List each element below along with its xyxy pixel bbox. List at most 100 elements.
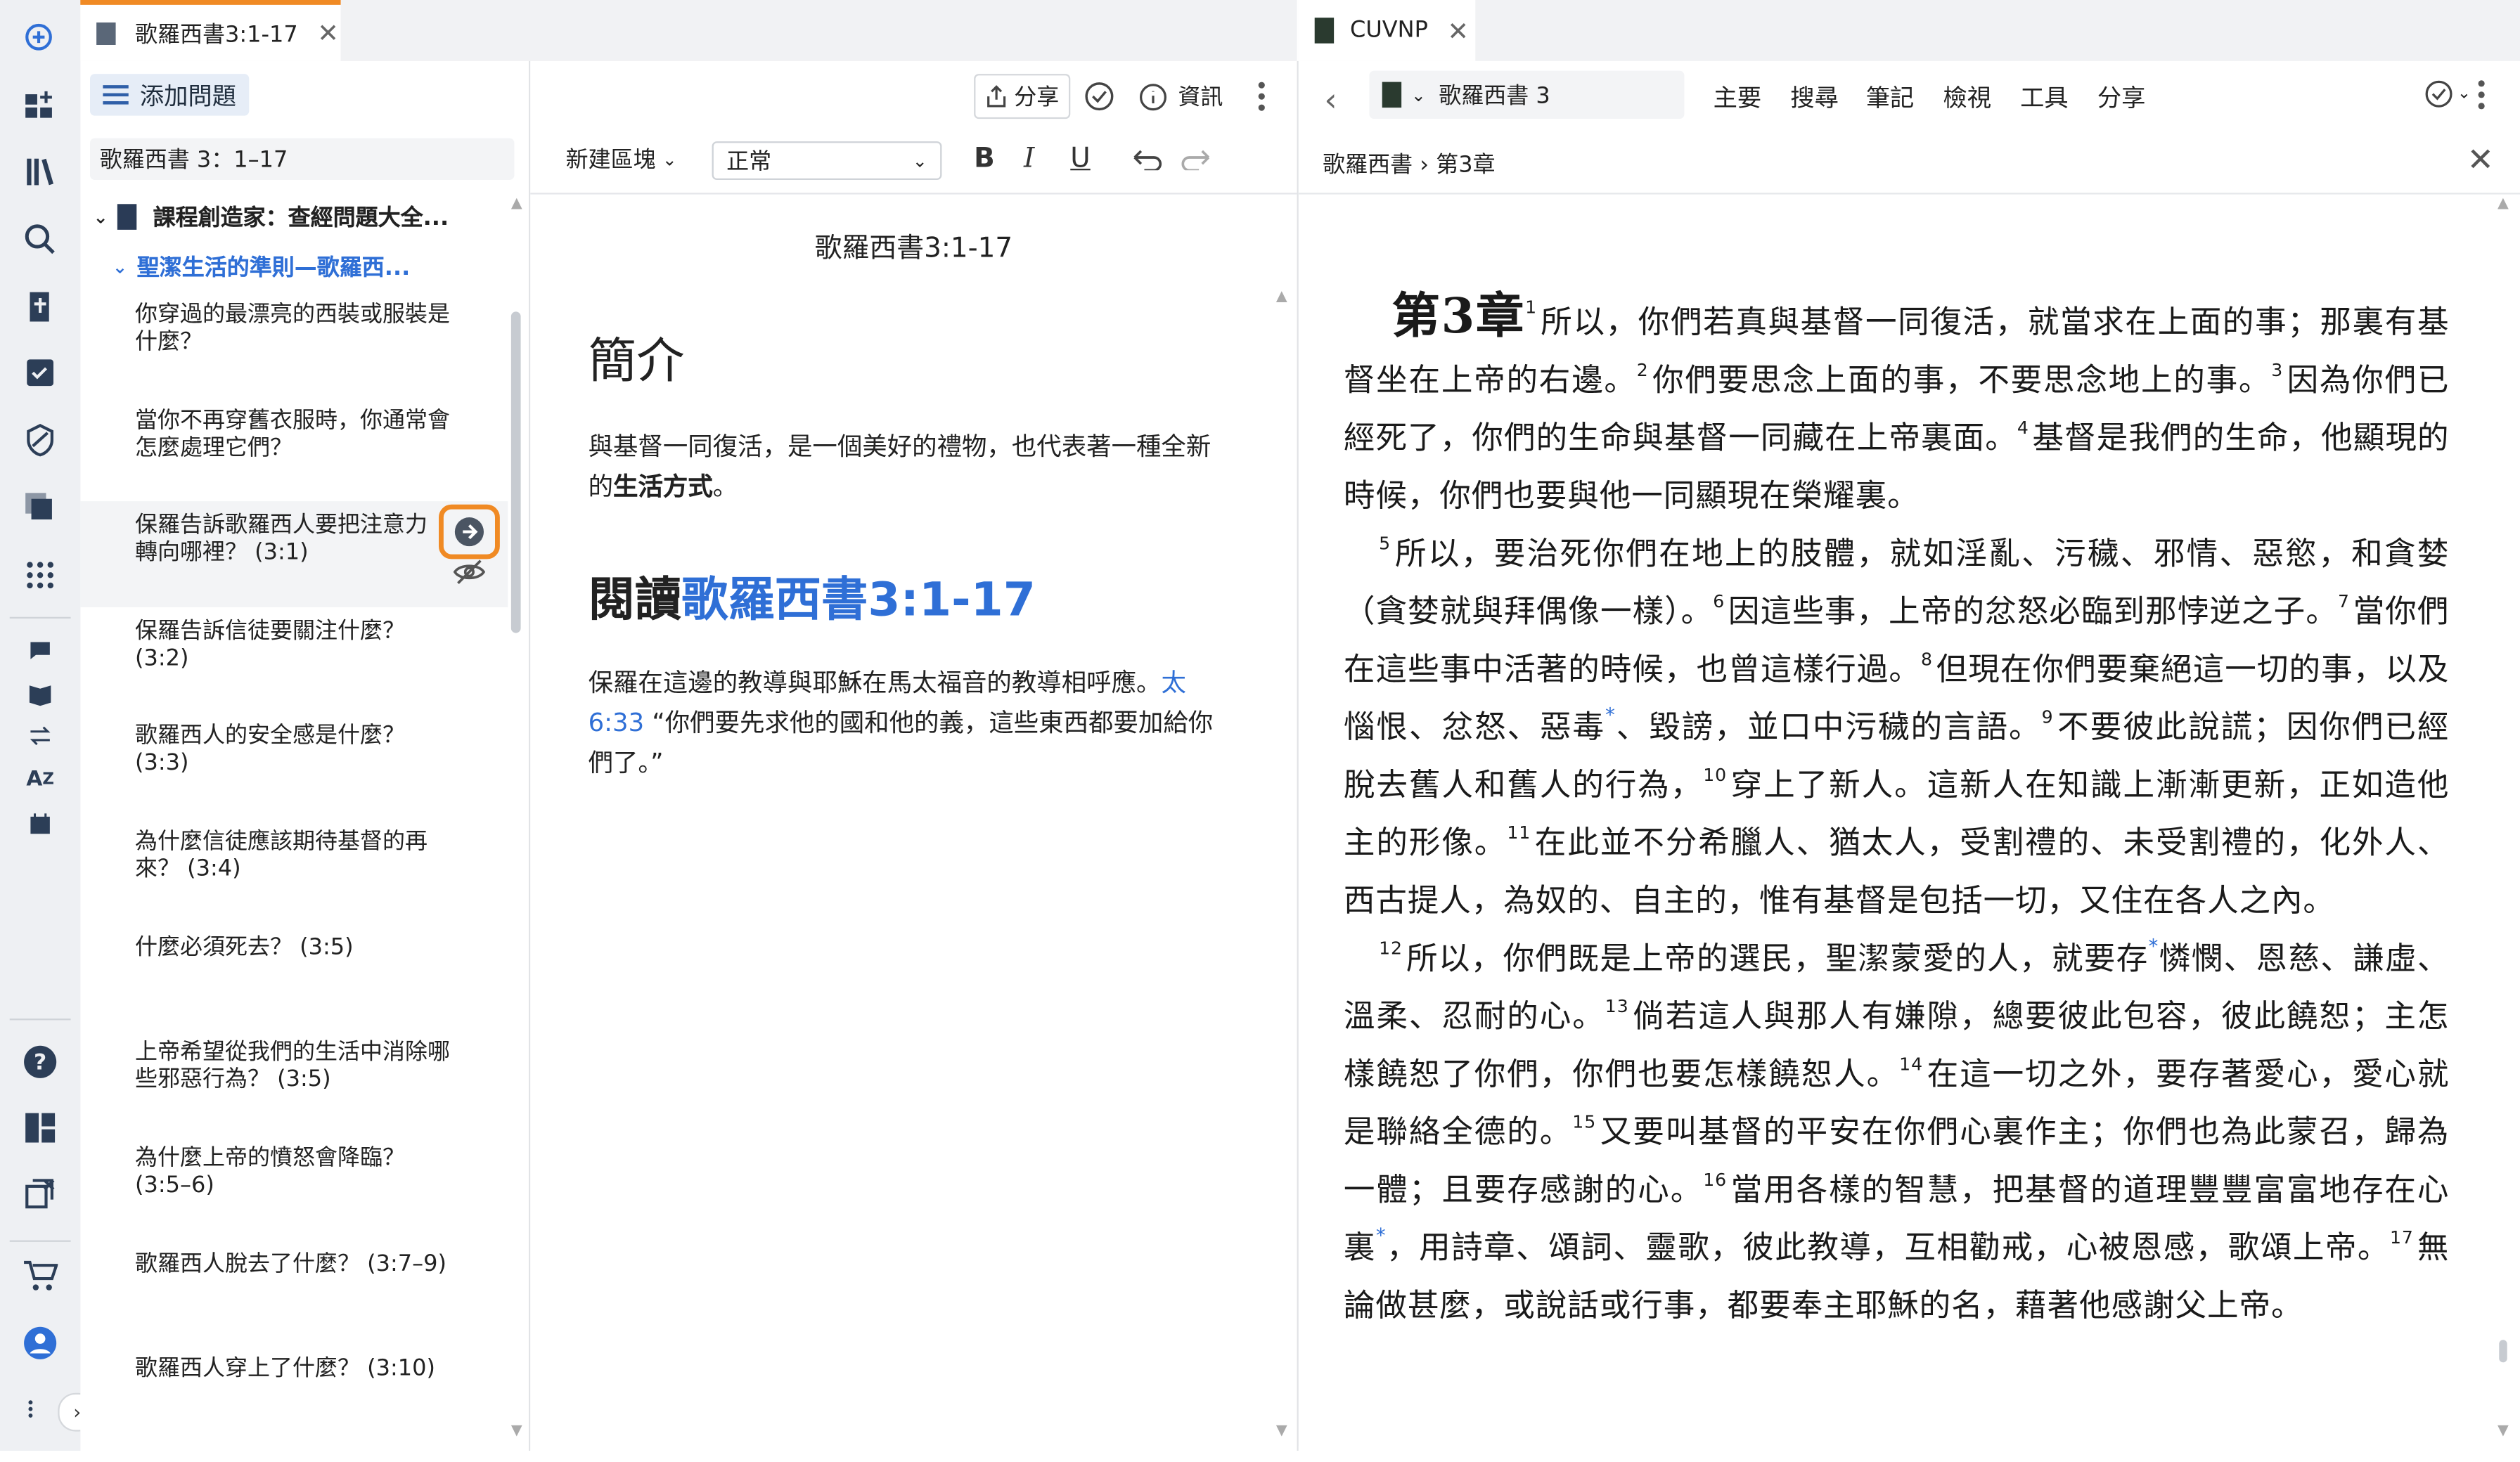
verse-8-cont[interactable]: 、毀謗，並口中污穢的言語。 (1616, 709, 2042, 746)
layout-icon[interactable] (19, 1107, 60, 1149)
dashboard-add-icon[interactable] (19, 85, 60, 127)
search-icon[interactable] (19, 219, 60, 260)
more-vertical-icon[interactable] (19, 1388, 41, 1430)
chat-icon[interactable] (19, 630, 60, 671)
passage-link[interactable]: 歌羅西書3:1-17 (681, 572, 1036, 627)
intro-bold-text: 生活方式 (613, 472, 713, 502)
italic-button[interactable]: I (1024, 143, 1034, 175)
close-windows-icon[interactable] (19, 1173, 60, 1215)
close-icon[interactable]: ✕ (317, 18, 339, 48)
scroll-up-icon[interactable]: ▲ (1276, 289, 1287, 305)
underline-button[interactable]: U (1070, 143, 1090, 175)
info-button[interactable]: 資訊 (1138, 80, 1223, 112)
redo-icon[interactable] (1180, 146, 1212, 176)
list-item[interactable]: 保羅告訴信徒要關注什麼？ (3:2) (135, 619, 456, 673)
hide-icon[interactable] (453, 559, 486, 591)
checklist-icon[interactable] (19, 352, 60, 394)
shield-icon[interactable] (19, 420, 60, 461)
breadcrumb[interactable]: 歌羅西書 › 第3章 (1323, 148, 1495, 180)
scroll-down-icon[interactable]: ▼ (1276, 1423, 1287, 1440)
layers-icon[interactable] (19, 487, 60, 529)
sort-az-icon[interactable]: AZ (19, 758, 60, 800)
add-question-label: 添加問題 (139, 81, 237, 110)
scrollbar[interactable] (2499, 1340, 2507, 1363)
check-circle-dropdown[interactable]: ⌄ (2424, 79, 2471, 109)
tree-root[interactable]: ⌄ 課程創造家：查經問題大全... (94, 201, 449, 233)
right-tabbar: CUVNP ✕ (1298, 0, 2520, 63)
add-question-button[interactable]: 添加問題 (89, 74, 250, 116)
left-tabbar: 歌羅西書3:1-17 ✕ (80, 0, 1297, 63)
list-item[interactable]: 歌羅西人穿上了什麼？ (3:10) (135, 1356, 456, 1383)
intro-text-end: 。 (712, 472, 738, 502)
menu-notes[interactable]: 筆記 (1866, 80, 1915, 114)
bible-icon[interactable] (19, 286, 60, 328)
help-icon[interactable]: ? (19, 1041, 60, 1082)
menu-main[interactable]: 主要 (1714, 80, 1762, 114)
reference-field[interactable]: 歌羅西書 3：1–17 (89, 138, 515, 180)
course-cover-icon (117, 204, 137, 230)
scroll-down-icon[interactable]: ▼ (511, 1423, 522, 1440)
check-circle-icon[interactable] (1084, 80, 1116, 119)
heading-reading-prefix: 閱讀 (588, 571, 682, 627)
version-selector[interactable]: ⌄ 歌羅西書 3 (1369, 70, 1685, 119)
menu-share[interactable]: 分享 (2097, 80, 2146, 114)
list-item[interactable]: 你穿過的最漂亮的西裝或服裝是什麼？ (135, 302, 456, 357)
cart-icon[interactable] (19, 1255, 60, 1296)
library-icon[interactable] (19, 151, 60, 193)
list-item[interactable]: 什麼必須死去？ (3:5) (135, 935, 456, 962)
bold-button[interactable]: B (974, 143, 995, 175)
chevron-down-icon: ⌄ (93, 206, 108, 228)
footnote-marker[interactable]: * (1605, 704, 1616, 726)
search-logo-icon[interactable] (19, 18, 60, 59)
scroll-up-icon[interactable]: ▲ (2498, 196, 2509, 212)
close-icon[interactable]: ✕ (1447, 15, 1469, 46)
footnote-marker[interactable]: * (1376, 1224, 1387, 1247)
tab-title: 歌羅西書3:1-17 (134, 21, 298, 48)
scroll-up-icon[interactable]: ▲ (511, 196, 522, 212)
tab-cuvnp[interactable]: CUVNP ✕ (1298, 0, 1476, 61)
menu-view[interactable]: 檢視 (1943, 80, 1991, 114)
list-item[interactable]: 歌羅西人的安全感是什麼？ (3:3) (135, 723, 456, 778)
heading-intro: 簡介 (588, 334, 685, 391)
verse-6[interactable]: 因這些事，上帝的忿怒必臨到那悖逆之子。 (1728, 593, 2338, 630)
reference-label: 歌羅西書 3 (1439, 83, 1550, 110)
list-item[interactable]: 歌羅西人脫去了什麼？ (3:7–9) (135, 1252, 456, 1279)
undo-icon[interactable] (1131, 146, 1164, 176)
tab-colossians-questions[interactable]: 歌羅西書3:1-17 ✕ (80, 0, 341, 61)
go-to-verse-button[interactable] (438, 504, 500, 559)
close-icon[interactable]: ✕ (2467, 140, 2494, 179)
swap-icon[interactable] (19, 715, 60, 756)
verse-16-cont[interactable]: ，用詩章、頌詞、靈歌，彼此教導，互相勸戒，心被恩感，歌頌上帝。 (1387, 1229, 2390, 1267)
footnote-marker[interactable]: * (2149, 935, 2159, 957)
list-item[interactable]: 當你不再穿舊衣服時，你通常會怎麼處理它們？ (135, 408, 456, 463)
paragraph: 第3章1 所以，你們若真與基督一同復活，就當求在上面的事；那裏有基督坐在上帝的右邊… (1343, 289, 2450, 515)
list-item[interactable]: 上帝希望從我們的生活中消除哪些邪惡行為？ (3:5) (135, 1040, 456, 1094)
more-vertical-icon[interactable] (1256, 80, 1266, 119)
menu-search[interactable]: 搜尋 (1790, 80, 1839, 114)
apps-grid-icon[interactable] (19, 555, 60, 596)
tree-section[interactable]: ⌄ 聖潔生活的準則—歌羅西... (112, 251, 410, 283)
share-button[interactable]: 分享 (974, 74, 1071, 119)
calendar-icon[interactable] (19, 803, 60, 845)
chevron-down-icon: ⌄ (912, 150, 927, 172)
scroll-down-icon[interactable]: ▼ (2498, 1423, 2509, 1440)
more-vertical-icon[interactable] (2476, 79, 2486, 117)
chapter-number: 第3章 (1391, 289, 1526, 346)
open-book-icon[interactable] (19, 673, 60, 715)
list-item[interactable]: 保羅告訴歌羅西人要把注意力轉向哪裡？ (3:1) (135, 512, 440, 567)
scrollbar[interactable] (510, 311, 521, 633)
reading-text: 保羅在這邊的教導與耶穌在馬太福音的教導相呼應。 (588, 668, 1162, 697)
tree-root-label: 課程創造家：查經問題大全... (153, 205, 449, 232)
back-icon[interactable]: ‹ (1324, 80, 1337, 119)
list-item[interactable]: 為什麼上帝的憤怒會降臨？ (3:5–6) (135, 1146, 456, 1201)
verse-2[interactable]: 你們要思念上面的事，不要思念地上的事。 (1652, 361, 2271, 399)
document-icon (96, 21, 116, 44)
book-icon (1314, 18, 1335, 44)
new-block-dropdown[interactable]: 新建區塊 ⌄ (566, 143, 677, 175)
menu-tools[interactable]: 工具 (2020, 80, 2069, 114)
verse-12[interactable]: 所以，你們既是上帝的選民，聖潔蒙愛的人，就要存 (1406, 940, 2149, 977)
account-icon[interactable] (19, 1322, 60, 1364)
book-icon (1382, 82, 1402, 108)
list-item[interactable]: 為什麼信徒應該期待基督的再來？ (3:4) (135, 829, 456, 884)
style-select[interactable]: 正常 ⌄ (712, 141, 942, 180)
